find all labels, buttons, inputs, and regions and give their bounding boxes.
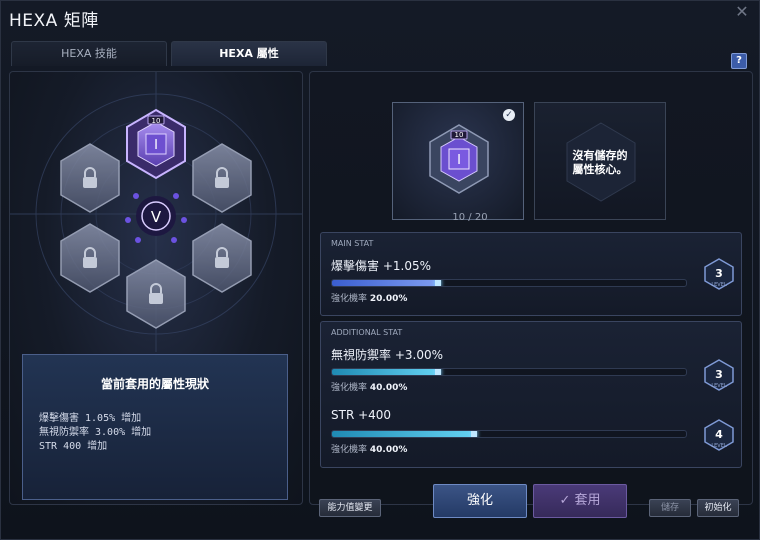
additional-stat-1-name: 無視防禦率 +3.00% bbox=[331, 348, 443, 362]
additional-stat-1-prob: 強化機率 40.00% bbox=[331, 380, 407, 393]
additional-stat-1-bar bbox=[331, 368, 687, 376]
additional-stat-section: ADDITIONAL STAT 無視防禦率 +3.00% 強化機率 40.00%… bbox=[320, 321, 742, 468]
apply-button[interactable]: ✓ 套用 bbox=[533, 484, 627, 518]
apply-check-icon: ✓ bbox=[559, 493, 575, 508]
additional-stat-2-prob-label: 強化機率 bbox=[331, 445, 368, 455]
hexa-grid-panel: I 10 V 當前套用的屬性現狀 爆擊傷害 1.05% 增加 無視防禦率 3.0… bbox=[9, 71, 303, 505]
main-stat-bar bbox=[331, 279, 687, 287]
empty-core-text: 沒有儲存的 屬性核心。 bbox=[535, 149, 665, 177]
status-line-crit-damage: 爆擊傷害 1.05% 增加 bbox=[39, 413, 142, 424]
hex-slot-equipped[interactable]: I 10 bbox=[126, 108, 186, 180]
close-icon[interactable]: ✕ bbox=[735, 4, 749, 20]
hex-slot-locked-upper-right bbox=[192, 143, 252, 213]
main-stat-level-badge: 3 LEVEL bbox=[704, 258, 734, 290]
status-line-str: STR 400 增加 bbox=[39, 441, 108, 452]
reset-button[interactable]: 初始化 bbox=[697, 499, 739, 517]
bar-marker bbox=[470, 431, 477, 437]
status-line-ignore-defense: 無視防禦率 3.00% 增加 bbox=[39, 427, 152, 438]
main-stat-name: 爆擊傷害 +1.05% bbox=[331, 259, 431, 273]
additional-stat-2-bar-fill bbox=[332, 431, 474, 437]
empty-core-line1: 沒有儲存的 bbox=[572, 149, 628, 162]
additional-stat-2-level-badge: 4 LEVEL bbox=[704, 419, 734, 451]
save-button[interactable]: 儲存 bbox=[649, 499, 691, 517]
additional-stat-1-level: 3 bbox=[715, 368, 723, 381]
hex-slot-locked-lower-right bbox=[192, 223, 252, 293]
additional-stat-2-level-word: LEVEL bbox=[711, 443, 727, 449]
empty-core-line2: 屬性核心。 bbox=[572, 163, 628, 176]
main-stat-section: MAIN STAT 爆擊傷害 +1.05% 強化機率 20.00% 3 LEVE… bbox=[320, 232, 742, 316]
bar-marker bbox=[435, 280, 442, 286]
top-core-level: 10 bbox=[152, 117, 161, 125]
window-title: HEXA 矩陣 bbox=[9, 11, 99, 31]
equipped-core-slot[interactable]: ✓ I 10 bbox=[392, 102, 524, 220]
core-progress: 10 / 20 bbox=[452, 212, 488, 223]
main-stat-level: 3 bbox=[715, 267, 723, 280]
empty-core-slot: 沒有儲存的 屬性核心。 bbox=[534, 102, 666, 220]
svg-text:I: I bbox=[457, 153, 461, 168]
additional-stat-1-level-word: LEVEL bbox=[711, 383, 727, 389]
main-stat-label: MAIN STAT bbox=[331, 239, 374, 248]
core-glyph-icon: I bbox=[154, 138, 158, 153]
additional-stat-2-name: STR +400 bbox=[331, 408, 392, 422]
additional-stat-1-level-badge: 3 LEVEL bbox=[704, 359, 734, 391]
hexa-matrix-window: HEXA 矩陣 ✕ ? HEXA 技能 HEXA 屬性 I 10 V 當前套用的… bbox=[0, 0, 760, 540]
svg-text:V: V bbox=[151, 208, 162, 226]
help-button[interactable]: ? bbox=[731, 53, 747, 69]
hexa-core-center-icon: V bbox=[125, 193, 187, 243]
current-attribute-status: 當前套用的屬性現狀 爆擊傷害 1.05% 增加 無視防禦率 3.00% 增加 S… bbox=[22, 354, 288, 500]
tab-hexa-skill[interactable]: HEXA 技能 bbox=[11, 41, 167, 66]
main-stat-prob: 強化機率 20.00% bbox=[331, 291, 407, 304]
main-stat-prob-label: 強化機率 bbox=[331, 294, 368, 304]
status-title: 當前套用的屬性現狀 bbox=[100, 377, 209, 391]
attribute-core-panel: ✓ I 10 10 / 20 沒有儲存的 屬性核心。 MAIN STAT 爆擊傷 bbox=[309, 71, 753, 505]
equipped-core-badge: 10 bbox=[454, 131, 464, 139]
main-stat-level-word: LEVEL bbox=[711, 282, 727, 288]
hex-slot-locked-upper-left bbox=[60, 143, 120, 213]
main-stat-prob-value: 20.00% bbox=[369, 294, 408, 304]
additional-stat-2-prob: 強化機率 40.00% bbox=[331, 442, 407, 455]
apply-label: 套用 bbox=[574, 493, 601, 508]
additional-stat-2-bar bbox=[331, 430, 687, 438]
tab-hexa-attribute[interactable]: HEXA 屬性 bbox=[171, 41, 327, 66]
equipped-core-icon: I bbox=[429, 124, 489, 194]
main-stat-bar-fill bbox=[332, 280, 439, 286]
hex-slot-locked-bottom bbox=[126, 259, 186, 329]
hex-slot-locked-lower-left bbox=[60, 223, 120, 293]
additional-stat-1-prob-value: 40.00% bbox=[369, 383, 408, 393]
ability-change-button[interactable]: 能力值變更 bbox=[319, 499, 381, 517]
bar-marker bbox=[435, 369, 442, 375]
additional-stat-1-bar-fill bbox=[332, 369, 439, 375]
additional-stat-2-level: 4 bbox=[715, 428, 723, 441]
additional-stat-2-prob-value: 40.00% bbox=[369, 445, 408, 455]
additional-stat-label: ADDITIONAL STAT bbox=[331, 328, 403, 337]
enhance-button[interactable]: 強化 bbox=[433, 484, 527, 518]
additional-stat-1-prob-label: 強化機率 bbox=[331, 383, 368, 393]
hex-slot-grid: I 10 V bbox=[60, 108, 252, 329]
